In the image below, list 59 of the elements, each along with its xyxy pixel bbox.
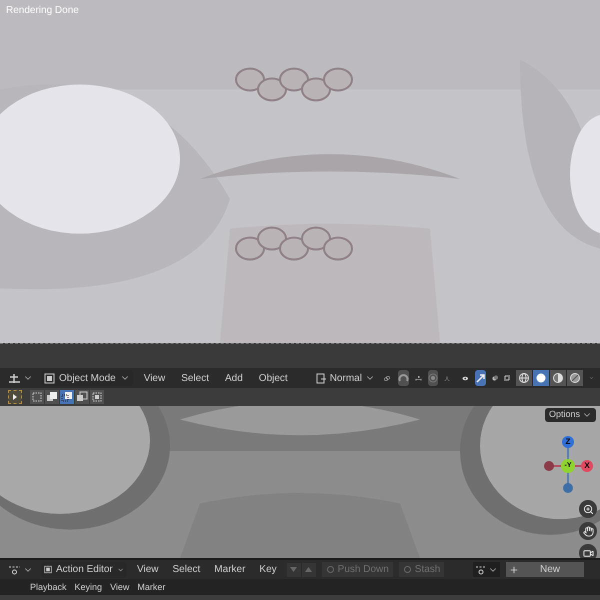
new-action-button[interactable]: New [506,562,584,577]
menu-item[interactable]: Playback [30,581,67,593]
menu-item[interactable]: Marker [210,562,250,577]
sphere-icon [535,372,548,384]
select-mode-button[interactable] [60,390,74,404]
cursor-icon [11,393,19,401]
menu-item[interactable]: View [133,562,162,577]
orientation-icon [316,372,327,384]
mode-dropdown[interactable]: Action Editor [41,562,127,578]
arrow-icon [474,372,486,384]
snap-button[interactable] [398,370,409,386]
selection-mode-icon [31,391,43,403]
xray-icon[interactable] [504,372,510,384]
up-triangle-icon [305,567,312,572]
gizmo-toggle[interactable] [474,370,486,386]
wire-shading-button[interactable] [516,370,532,386]
sphere-icon [569,372,582,384]
selection-mode-icon [76,391,88,403]
solid-shading-button[interactable] [533,370,550,386]
material-shading-button[interactable] [550,370,566,386]
menu-item[interactable]: Object [254,370,293,386]
sphere-icon [552,372,564,384]
sphere-icon [518,372,530,384]
menu-item[interactable]: View [110,581,130,593]
rendered-shading-button[interactable] [567,370,584,386]
keyframes-icon [8,564,21,575]
down-triangle-icon [290,567,298,572]
menu-item[interactable]: Add [220,370,248,386]
plus-icon [509,564,519,574]
axes-icon [8,372,21,384]
target-icon [428,373,438,383]
selection-mode-icon [61,391,73,403]
menu-item[interactable]: Marker [137,581,166,593]
proportional-edit-button[interactable] [428,370,438,386]
selection-mode-icon [46,391,58,403]
tool-button[interactable] [8,390,22,404]
action-browse-button[interactable] [473,562,500,577]
menu-item[interactable]: View [138,370,170,386]
object-icon [44,372,55,384]
selection-mode-icon [91,391,103,403]
object-icon [44,564,52,575]
magnet-icon [398,372,409,384]
menu-item[interactable]: Select [168,562,204,577]
hand-icon [582,526,594,536]
menu-item[interactable]: Select [176,370,214,386]
camera-icon [582,548,594,558]
render-status: Rendering Done [6,4,79,18]
action-icon [326,565,335,574]
up-button[interactable] [302,562,316,576]
down-button[interactable] [286,562,301,576]
options-button[interactable]: Options [544,408,596,422]
menu-item[interactable]: Keying [74,581,102,593]
menu-item[interactable]: Key [255,562,281,577]
action-icon [402,565,412,574]
orientation-dropdown[interactable]: Normal [312,370,378,386]
keyframes-icon [475,564,487,574]
mode-dropdown[interactable]: Object Mode [41,370,133,386]
zoom-icon [582,504,594,514]
select-mode-button[interactable] [45,390,59,404]
